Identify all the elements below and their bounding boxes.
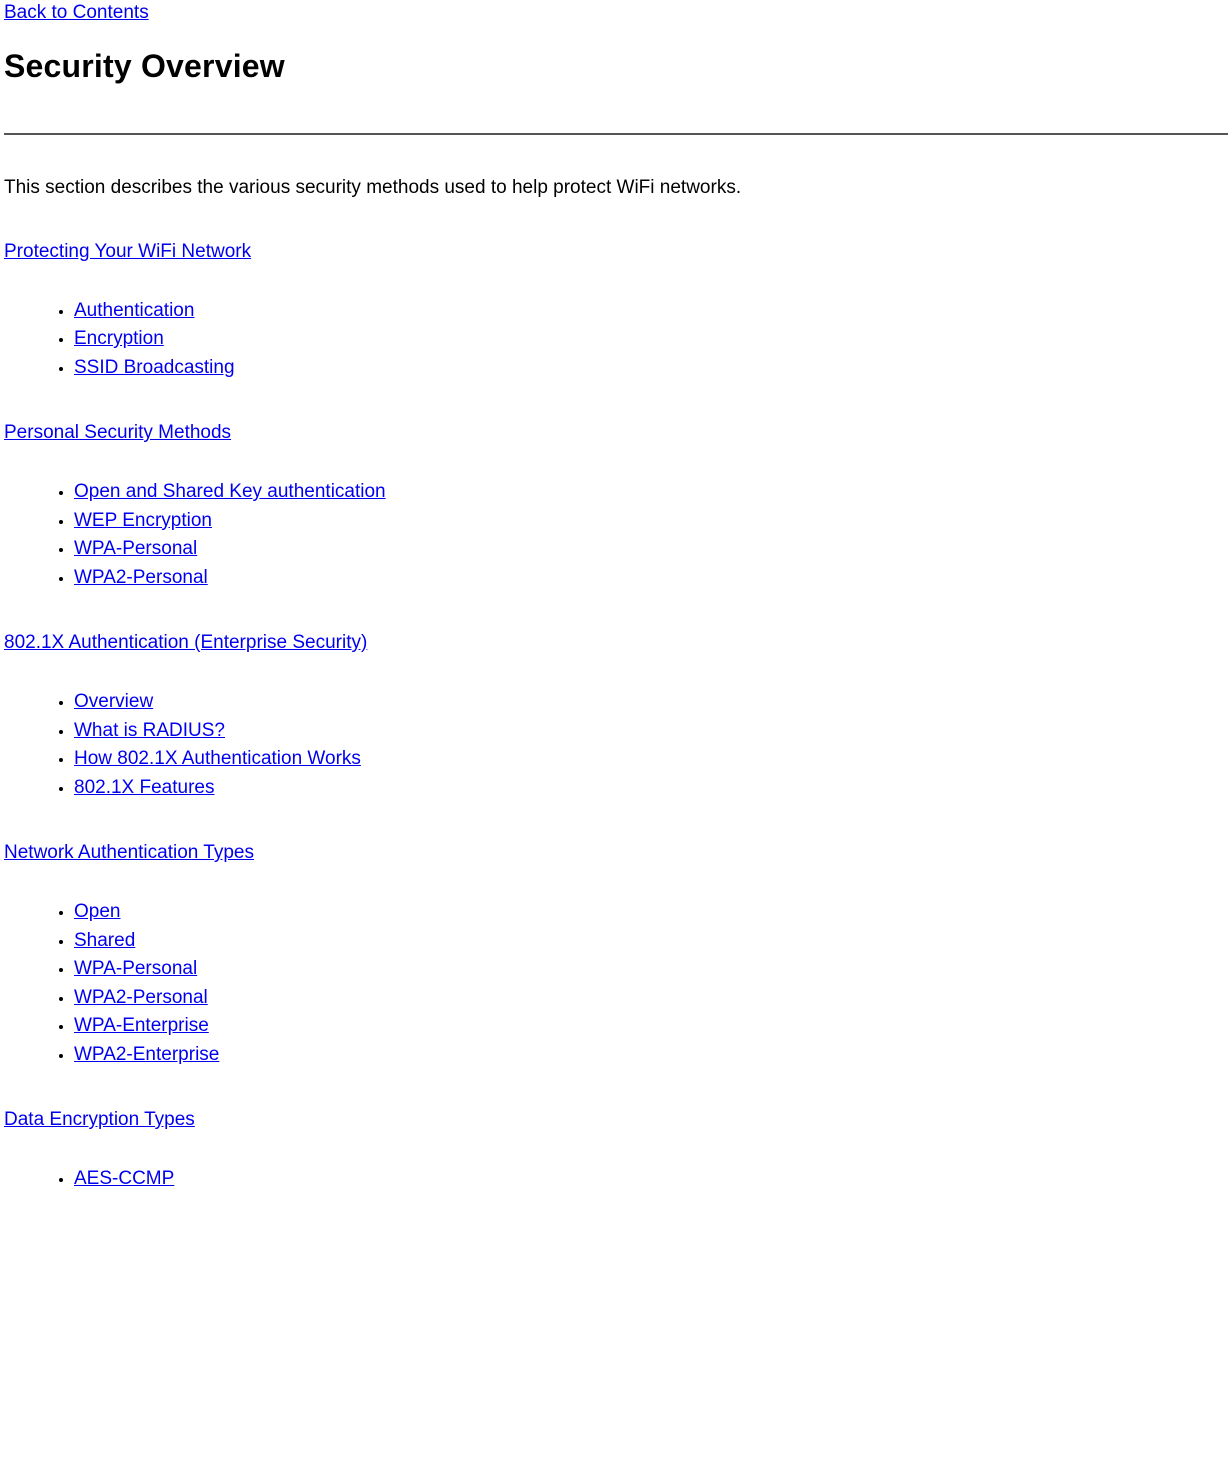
item-link-aes-ccmp[interactable]: AES-CCMP xyxy=(74,1168,174,1189)
list-item: What is RADIUS? xyxy=(74,717,1228,746)
item-link-ssid-broadcasting[interactable]: SSID Broadcasting xyxy=(74,357,235,378)
list-item: WEP Encryption xyxy=(74,507,1228,536)
item-link-wpa2-personal[interactable]: WPA2-Personal xyxy=(74,567,208,588)
item-link-wpa-personal-2[interactable]: WPA-Personal xyxy=(74,958,197,979)
item-link-shared[interactable]: Shared xyxy=(74,930,135,951)
section-link-8021x-auth[interactable]: 802.1X Authentication (Enterprise Securi… xyxy=(4,632,367,654)
section-list-8021x-auth: Overview What is RADIUS? How 802.1X Auth… xyxy=(4,688,1228,802)
list-item: Open xyxy=(74,898,1228,927)
list-item: WPA-Enterprise xyxy=(74,1012,1228,1041)
list-item: Authentication xyxy=(74,297,1228,326)
list-item: How 802.1X Authentication Works xyxy=(74,745,1228,774)
back-to-contents-link[interactable]: Back to Contents xyxy=(4,2,149,24)
list-item: Open and Shared Key authentication xyxy=(74,478,1228,507)
item-link-open[interactable]: Open xyxy=(74,901,120,922)
section-list-personal-security: Open and Shared Key authentication WEP E… xyxy=(4,478,1228,592)
item-link-authentication[interactable]: Authentication xyxy=(74,300,194,321)
list-item: WPA-Personal xyxy=(74,535,1228,564)
item-link-wpa-enterprise[interactable]: WPA-Enterprise xyxy=(74,1015,209,1036)
list-item: WPA-Personal xyxy=(74,955,1228,984)
list-item: Overview xyxy=(74,688,1228,717)
list-item: WPA2-Enterprise xyxy=(74,1041,1228,1070)
page-title: Security Overview xyxy=(4,48,1228,85)
item-link-wpa2-personal-2[interactable]: WPA2-Personal xyxy=(74,987,208,1008)
item-link-8021x-features[interactable]: 802.1X Features xyxy=(74,777,214,798)
section-list-network-auth-types: Open Shared WPA-Personal WPA2-Personal W… xyxy=(4,898,1228,1069)
section-link-network-auth-types[interactable]: Network Authentication Types xyxy=(4,842,254,864)
section-list-data-encryption-types: AES-CCMP xyxy=(4,1165,1228,1194)
list-item: Shared xyxy=(74,927,1228,956)
section-link-protecting-wifi[interactable]: Protecting Your WiFi Network xyxy=(4,241,251,263)
horizontal-rule xyxy=(4,133,1228,135)
list-item: AES-CCMP xyxy=(74,1165,1228,1194)
item-link-overview[interactable]: Overview xyxy=(74,691,153,712)
section-link-data-encryption-types[interactable]: Data Encryption Types xyxy=(4,1109,195,1131)
item-link-wep-encryption[interactable]: WEP Encryption xyxy=(74,510,212,531)
section-list-protecting-wifi: Authentication Encryption SSID Broadcast… xyxy=(4,297,1228,383)
list-item: 802.1X Features xyxy=(74,774,1228,803)
list-item: SSID Broadcasting xyxy=(74,354,1228,383)
item-link-how-8021x-works[interactable]: How 802.1X Authentication Works xyxy=(74,748,361,769)
item-link-wpa2-enterprise[interactable]: WPA2-Enterprise xyxy=(74,1044,219,1065)
item-link-encryption[interactable]: Encryption xyxy=(74,328,164,349)
list-item: WPA2-Personal xyxy=(74,564,1228,593)
section-link-personal-security[interactable]: Personal Security Methods xyxy=(4,422,231,444)
item-link-wpa-personal[interactable]: WPA-Personal xyxy=(74,538,197,559)
list-item: WPA2-Personal xyxy=(74,984,1228,1013)
intro-paragraph: This section describes the various secur… xyxy=(4,175,1228,201)
page-container: Back to Contents Security Overview This … xyxy=(0,0,1232,1194)
item-link-what-is-radius[interactable]: What is RADIUS? xyxy=(74,720,225,741)
list-item: Encryption xyxy=(74,325,1228,354)
item-link-open-shared-auth[interactable]: Open and Shared Key authentication xyxy=(74,481,386,502)
